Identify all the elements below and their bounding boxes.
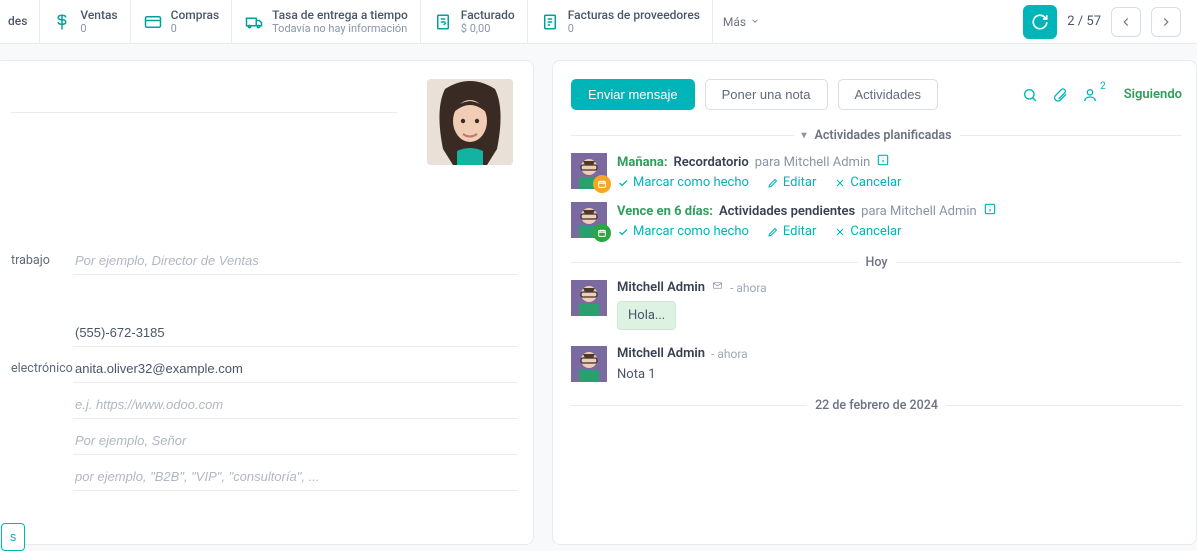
message-note: Nota 1 (617, 367, 1182, 382)
stat-label: Compras (171, 8, 220, 22)
stat-invoiced[interactable]: Facturado $ 0,00 (421, 0, 528, 43)
message-avatar[interactable] (571, 346, 607, 382)
contact-form-card: trabajo electrónico (0, 60, 534, 545)
input-title[interactable] (73, 427, 517, 455)
message-time: - ahora (711, 347, 748, 361)
message-item: Mitchell Admin - ahora Hola... (571, 280, 1182, 330)
stats-more[interactable]: Más (713, 15, 770, 29)
chatter-panel: Enviar mensaje Poner una nota Actividade… (552, 60, 1197, 545)
stat-purchases[interactable]: Compras 0 (131, 0, 233, 43)
activity-user-avatar[interactable] (571, 153, 607, 189)
row-email: electrónico (11, 351, 517, 387)
vendor-bill-icon (540, 12, 560, 32)
stat-sales[interactable]: Ventas 0 (40, 0, 130, 43)
activity-info-icon[interactable] (876, 153, 890, 171)
activity-item: Mañana: Recordatorio para Mitchell Admin… (571, 153, 1182, 190)
activities-button[interactable]: Actividades (838, 79, 938, 110)
activity-edit[interactable]: Editar (767, 224, 817, 239)
envelope-icon[interactable] (711, 280, 724, 295)
card-icon (143, 12, 163, 32)
send-message-button[interactable]: Enviar mensaje (571, 79, 695, 110)
row-phone (11, 315, 517, 351)
message-author[interactable]: Mitchell Admin (617, 280, 705, 295)
pager: 2 / 57 (1023, 5, 1189, 39)
input-job[interactable] (73, 247, 517, 275)
date-header: 22 de febrero de 2024 (571, 398, 1182, 413)
activity-due: Mañana: (617, 155, 668, 170)
activity-badge-icon (593, 175, 611, 193)
stat-label: Ventas (80, 8, 117, 22)
chevron-down-icon (750, 15, 760, 29)
activity-type: Recordatorio (674, 155, 749, 170)
row-website (11, 387, 517, 423)
activity-for: para Mitchell Admin (861, 204, 977, 219)
stat-value: 0 (80, 22, 117, 35)
input-website[interactable] (73, 391, 517, 419)
activity-mark-done[interactable]: Marcar como hecho (617, 175, 749, 190)
stat-vendor-bills[interactable]: Facturas de proveedores 0 (528, 0, 713, 43)
row-title (11, 423, 517, 459)
activity-cancel[interactable]: Cancelar (834, 224, 901, 239)
input-tags[interactable] (73, 463, 517, 491)
activity-type: Actividades pendientes (719, 204, 855, 219)
button-partial[interactable]: s (1, 523, 25, 551)
stat-label: Facturado (461, 8, 515, 22)
stat-ontime[interactable]: Tasa de entrega a tiempo Todavía no hay … (232, 0, 421, 43)
followers-icon[interactable]: 2 (1082, 87, 1098, 103)
activity-user-avatar[interactable] (571, 202, 607, 238)
dollar-icon (52, 12, 72, 32)
contact-avatar[interactable] (427, 79, 513, 165)
row-blank1 (11, 279, 517, 315)
message-bubble: Hola... (617, 301, 676, 330)
pager-text[interactable]: 2 / 57 (1067, 14, 1101, 29)
activity-edit[interactable]: Editar (767, 175, 817, 190)
following-label[interactable]: Siguiendo (1124, 87, 1182, 102)
message-avatar[interactable] (571, 280, 607, 316)
stats-bar: des Ventas 0 Compras 0 Tasa de entrega a… (0, 0, 1197, 44)
stat-value: $ 0,00 (461, 22, 515, 35)
stat-value: 0 (171, 22, 220, 35)
chatter-header: Enviar mensaje Poner una nota Actividade… (571, 79, 1182, 110)
stat-partial-des[interactable]: des (8, 0, 40, 43)
label-email: electrónico (11, 361, 73, 376)
more-label: Más (723, 15, 746, 29)
truck-icon (244, 12, 264, 32)
chevron-down-icon: ▾ (802, 130, 807, 141)
log-note-button[interactable]: Poner una nota (705, 79, 828, 110)
pager-prev[interactable] (1111, 7, 1141, 37)
message-author[interactable]: Mitchell Admin (617, 346, 705, 361)
stat-label: Facturas de proveedores (568, 8, 700, 22)
activity-mark-done[interactable]: Marcar como hecho (617, 224, 749, 239)
activity-info-icon[interactable] (983, 202, 997, 220)
stat-value: 0 (568, 22, 700, 35)
refresh-button[interactable] (1023, 5, 1057, 39)
input-blank1[interactable] (73, 283, 517, 311)
stat-value: Todavía no hay información (272, 22, 408, 35)
message-time: - ahora (730, 281, 767, 295)
row-job: trabajo (11, 243, 517, 279)
input-email[interactable] (73, 355, 517, 383)
activity-badge-icon (593, 224, 611, 242)
pager-next[interactable] (1151, 7, 1181, 37)
activity-for: para Mitchell Admin (755, 155, 871, 170)
main: trabajo electrónico (0, 44, 1197, 545)
activity-cancel[interactable]: Cancelar (834, 175, 901, 190)
message-item: Mitchell Admin - ahora Nota 1 (571, 346, 1182, 382)
planned-activities-header[interactable]: ▾ Actividades planificadas (571, 128, 1182, 143)
activity-item: Vence en 6 días: Actividades pendientes … (571, 202, 1182, 239)
today-header: Hoy (571, 255, 1182, 270)
row-tags (11, 459, 517, 495)
attachment-icon[interactable] (1052, 87, 1068, 103)
follower-count: 2 (1100, 81, 1106, 92)
input-phone[interactable] (73, 319, 517, 347)
invoice-icon (433, 12, 453, 32)
stat-label: Tasa de entrega a tiempo (272, 8, 408, 22)
activity-due: Vence en 6 días: (617, 204, 713, 219)
label-job: trabajo (11, 253, 73, 268)
search-icon[interactable] (1022, 87, 1038, 103)
